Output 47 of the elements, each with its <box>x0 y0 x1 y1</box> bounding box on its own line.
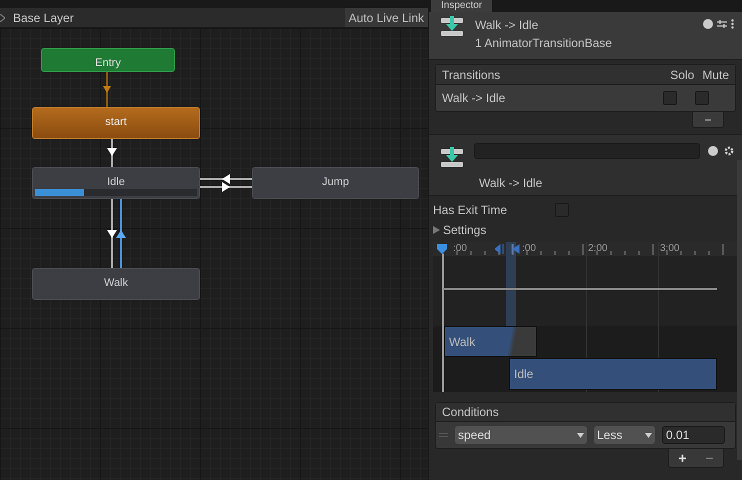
transition-icon <box>441 16 463 38</box>
list-header: Conditions <box>442 404 499 421</box>
live-link-button[interactable]: Auto Live Link <box>344 8 428 27</box>
add-button[interactable]: + <box>678 451 687 465</box>
transition-arrow[interactable] <box>200 182 252 192</box>
ruler-label: :00 <box>453 242 467 256</box>
transition-arrow[interactable] <box>107 139 117 167</box>
playhead-marker-icon[interactable] <box>436 243 448 255</box>
transition-arrow[interactable] <box>200 174 252 184</box>
ruler-label: :00 <box>522 242 536 256</box>
inspector-tab[interactable]: Inspector <box>431 0 492 12</box>
selected-transition-arrow[interactable] <box>116 199 126 268</box>
breadcrumb[interactable]: Base Layer <box>8 8 79 26</box>
state-node[interactable]: start <box>32 107 200 139</box>
timeline-clip: Idle <box>509 358 717 390</box>
inspector-title: Walk -> Idle <box>475 17 540 34</box>
transition-timeline[interactable]: :00 :00 2:00 3:00 Walk Idle <box>433 242 738 392</box>
mode-dropdown[interactable]: Less <box>594 426 655 444</box>
timeline-clip: Walk <box>444 326 537 357</box>
ruler-label: 2:00 <box>588 242 608 256</box>
column-header: Solo <box>670 66 694 84</box>
state-node[interactable]: Jump <box>252 167 419 199</box>
more-icon[interactable] <box>731 19 734 29</box>
state-node[interactable]: Idle <box>32 167 200 199</box>
transition-row-label[interactable]: Walk -> Idle <box>442 89 663 107</box>
field-label: Has Exit Time <box>433 202 508 219</box>
checkbox[interactable] <box>695 91 709 105</box>
column-header: Mute <box>702 66 729 84</box>
transition-icon <box>441 147 463 169</box>
checkbox[interactable] <box>663 91 677 105</box>
list-header: Transitions <box>442 66 502 84</box>
transition-name: Walk -> Idle <box>479 175 544 192</box>
value-field[interactable]: 0.01 <box>662 426 725 444</box>
foldout-arrow-icon[interactable] <box>433 226 440 234</box>
inspector-subtitle: 1 AnimatorTransitionBase <box>475 35 612 52</box>
transition-arrow[interactable] <box>107 199 117 268</box>
sliders-icon[interactable] <box>717 19 727 29</box>
transition-marker-icon[interactable] <box>495 244 520 254</box>
settings-icon[interactable] <box>724 146 734 156</box>
parameter-dropdown[interactable]: speed <box>455 426 587 444</box>
remove-button[interactable]: − <box>692 112 724 128</box>
ruler-label: 3:00 <box>660 242 680 256</box>
settings-foldout[interactable]: Settings <box>443 221 486 239</box>
caret-icon <box>645 432 652 438</box>
state-node[interactable]: Walk <box>32 268 200 300</box>
caret-icon <box>577 432 584 438</box>
state-node[interactable]: Entry <box>41 48 175 72</box>
